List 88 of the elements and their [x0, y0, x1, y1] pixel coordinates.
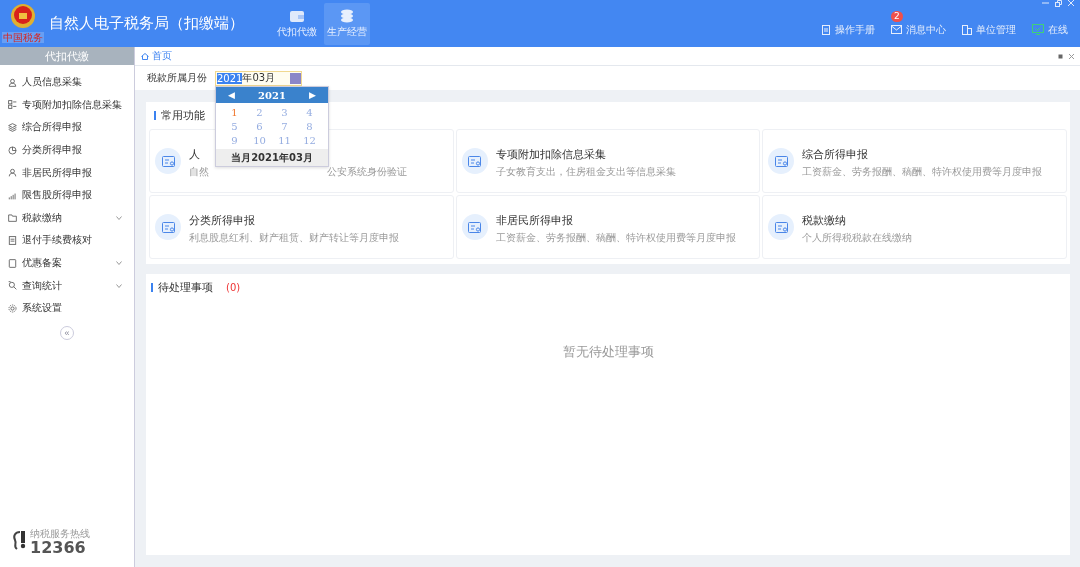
card-title: 分类所得申报	[189, 213, 255, 228]
menu-item-icon	[8, 303, 17, 313]
header-link[interactable]: 操作手册	[821, 22, 875, 37]
hotline-label: 纳税服务热线	[30, 527, 90, 541]
month-option[interactable]: 1	[222, 105, 247, 119]
hotline-number: 12366	[30, 541, 86, 555]
card-icon	[768, 214, 795, 240]
function-card[interactable]: 非居民所得申报 工资薪金、劳务报酬、稿酬、特许权使用费等月度申报	[455, 195, 761, 259]
sidebar-item[interactable]: 退付手续费核对	[0, 229, 134, 252]
month-option[interactable]: 10	[247, 133, 272, 147]
menu-item-icon	[8, 123, 17, 132]
function-card[interactable]: 税款缴纳 个人所得税税款在线缴纳	[762, 195, 1067, 259]
card-icon	[155, 214, 181, 240]
sidebar-header: 代扣代缴	[0, 47, 134, 65]
menu-item-icon	[8, 100, 17, 110]
card-title: 专项附加扣除信息采集	[495, 147, 606, 162]
function-card[interactable]: 分类所得申报 利息股息红利、财产租赁、财产转让等月度申报	[149, 195, 454, 259]
empty-message: 暂无待处理事项	[561, 343, 655, 361]
card-description: 公安系统身份验证	[327, 165, 407, 179]
next-year-button[interactable]: ▶	[309, 90, 317, 100]
menu-item-icon	[8, 145, 17, 155]
field-label: 税款所属月份	[147, 71, 207, 85]
header-link[interactable]: 单位管理	[962, 22, 1016, 37]
breadcrumb-link[interactable]: 首页	[152, 49, 172, 63]
menu-item-icon	[8, 77, 17, 87]
card-title: 税款缴纳	[802, 213, 847, 228]
sidebar-item[interactable]: 综合所得申报	[0, 116, 134, 139]
coins-icon	[340, 8, 354, 23]
wallet-icon	[289, 8, 305, 23]
card-icon	[155, 148, 181, 174]
year-label: 2021	[258, 89, 286, 101]
card-description: 工资薪金、劳务报酬、稿酬、特许权使用费等月度申报	[802, 165, 1043, 179]
sidebar-item[interactable]: 税款缴纳	[0, 206, 134, 230]
sidebar-item[interactable]: 非居民所得申报	[0, 161, 134, 184]
menu-item-icon	[8, 258, 17, 268]
card-title: 人	[189, 147, 200, 162]
sidebar-item[interactable]: 系统设置	[0, 296, 134, 320]
sidebar-item[interactable]: 专项附加扣除信息采集	[0, 93, 134, 117]
card-description: 自然	[189, 165, 209, 179]
chevron-icon	[116, 283, 122, 288]
logo-caption: 中国税务	[2, 31, 44, 43]
previous-year-button[interactable]: ◀	[227, 90, 235, 100]
section-title: 常用功能	[161, 108, 205, 123]
building-icon	[962, 24, 972, 35]
function-card[interactable]: 专项附加扣除信息采集 子女教育支出，住房租金支出等信息采集	[455, 129, 761, 193]
close-icon[interactable]	[1069, 53, 1074, 59]
sidebar-item[interactable]: 人员信息采集	[0, 71, 134, 94]
sidebar-item[interactable]: 分类所得申报	[0, 138, 134, 162]
sidebar-item[interactable]: 查询统计	[0, 274, 134, 297]
card-icon	[768, 148, 795, 174]
card-description: 工资薪金、劳务报酬、稿酬、特许权使用费等月度申报	[495, 231, 736, 245]
card-icon	[461, 148, 488, 174]
section-title: 待处理事项	[158, 280, 213, 295]
sidebar-item[interactable]: 优惠备案	[0, 251, 134, 275]
pending-count: (0)	[226, 282, 241, 293]
month-option[interactable]: 3	[272, 105, 297, 119]
document-icon	[821, 24, 831, 35]
card-icon	[461, 214, 488, 240]
month-option[interactable]: 11	[272, 133, 297, 147]
monitor-icon	[1032, 24, 1044, 35]
mail-icon	[891, 25, 902, 34]
current-month-button[interactable]: 当月2021年03月	[216, 149, 328, 166]
menu-item-icon	[8, 281, 17, 291]
card-description: 利息股息红利、财产租赁、财产转让等月度申报	[189, 231, 399, 245]
header-link[interactable]: 在线	[1032, 22, 1068, 37]
sidebar-item[interactable]: 限售股所得申报	[0, 183, 134, 207]
month-option[interactable]: 12	[297, 133, 322, 147]
menu-item-icon	[8, 168, 17, 178]
home-icon	[141, 52, 149, 60]
card-description: 子女教育支出，住房租金支出等信息采集	[495, 165, 676, 179]
chevron-icon	[116, 261, 122, 266]
module-button[interactable]: 代扣代缴	[274, 2, 320, 45]
card-title: 非居民所得申报	[495, 213, 573, 228]
menu-item-icon	[8, 235, 17, 245]
month-option[interactable]: 2	[247, 105, 272, 119]
header-link[interactable]: 消息中心	[891, 22, 946, 37]
card-title: 综合所得申报	[802, 147, 869, 162]
chevron-icon	[116, 215, 122, 220]
month-option[interactable]: 9	[222, 133, 247, 147]
collapse-button[interactable]: «	[60, 325, 74, 340]
app-title: 自然人电子税务局（扣缴端）	[49, 14, 244, 33]
function-card[interactable]: 综合所得申报 工资薪金、劳务报酬、稿酬、特许权使用费等月度申报	[762, 129, 1067, 193]
menu-item-icon	[8, 213, 17, 223]
minimize-icon[interactable]	[1042, 0, 1049, 5]
month-option[interactable]: 4	[297, 105, 322, 119]
module-button[interactable]: 生产经营	[324, 2, 370, 45]
card-description: 个人所得税税款在线缴纳	[802, 231, 913, 245]
notification-badge: 2	[891, 10, 903, 22]
